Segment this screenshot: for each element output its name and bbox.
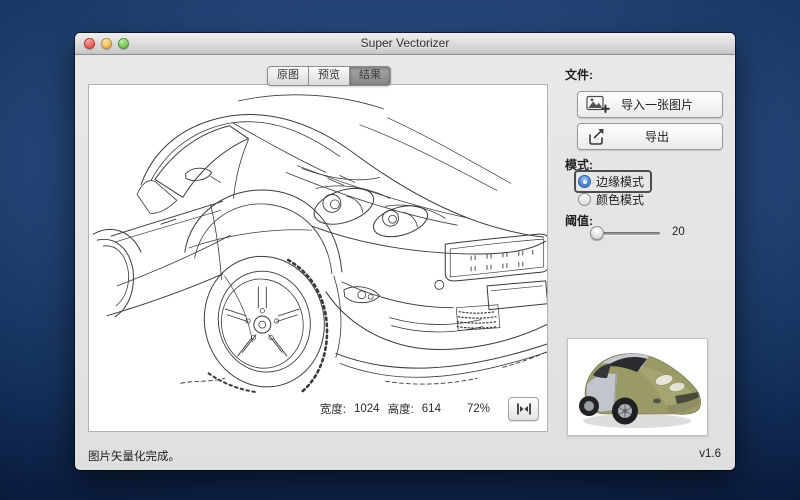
file-section-label: 文件: — [565, 66, 593, 83]
threshold-value: 20 — [672, 226, 685, 238]
fit-to-window-icon — [515, 402, 533, 416]
share-arrow-icon — [586, 127, 608, 147]
color-mode-radio[interactable]: 颜色模式 — [578, 191, 644, 208]
fit-to-window-button[interactable] — [508, 397, 539, 421]
radio-selected-icon[interactable] — [578, 175, 591, 188]
result-canvas: 宽度: 1024 高度: 614 72% — [88, 84, 548, 432]
export-button[interactable]: 导出 — [577, 123, 723, 150]
import-image-button[interactable]: 导入一张图片 — [577, 91, 723, 118]
threshold-slider-knob[interactable] — [590, 226, 604, 240]
threshold-section-label: 阈值: — [565, 212, 593, 229]
color-mode-label: 颜色模式 — [596, 191, 644, 208]
image-info-bar: 宽度: 1024 高度: 614 72% — [320, 397, 539, 421]
zoom-level: 72% — [467, 403, 490, 415]
threshold-slider[interactable] — [592, 232, 660, 235]
status-message: 图片矢量化完成。 — [88, 448, 180, 464]
tab-result[interactable]: 结果 — [350, 66, 391, 86]
tab-original[interactable]: 原图 — [267, 66, 309, 86]
height-value: 614 — [422, 403, 441, 415]
vectorized-car-drawing — [89, 85, 547, 431]
view-tabs: 原图 预览 结果 — [267, 66, 391, 84]
width-value: 1024 — [354, 403, 380, 415]
app-version: v1.6 — [699, 448, 721, 460]
edge-mode-radio[interactable]: 边缘模式 — [574, 170, 652, 193]
desktop-background: Super Vectorizer 原图 预览 结果 — [0, 0, 800, 500]
window-titlebar[interactable]: Super Vectorizer — [75, 33, 735, 55]
height-label: 高度: — [388, 401, 414, 417]
original-car-photo — [571, 342, 704, 432]
tab-preview[interactable]: 预览 — [309, 66, 350, 86]
edge-mode-label: 边缘模式 — [596, 173, 644, 190]
image-plus-icon — [586, 95, 610, 115]
original-image-thumbnail — [567, 338, 708, 436]
window-title: Super Vectorizer — [75, 33, 735, 54]
width-label: 宽度: — [320, 401, 346, 417]
radio-unselected-icon[interactable] — [578, 193, 591, 206]
app-window: Super Vectorizer 原图 预览 结果 — [75, 33, 735, 470]
